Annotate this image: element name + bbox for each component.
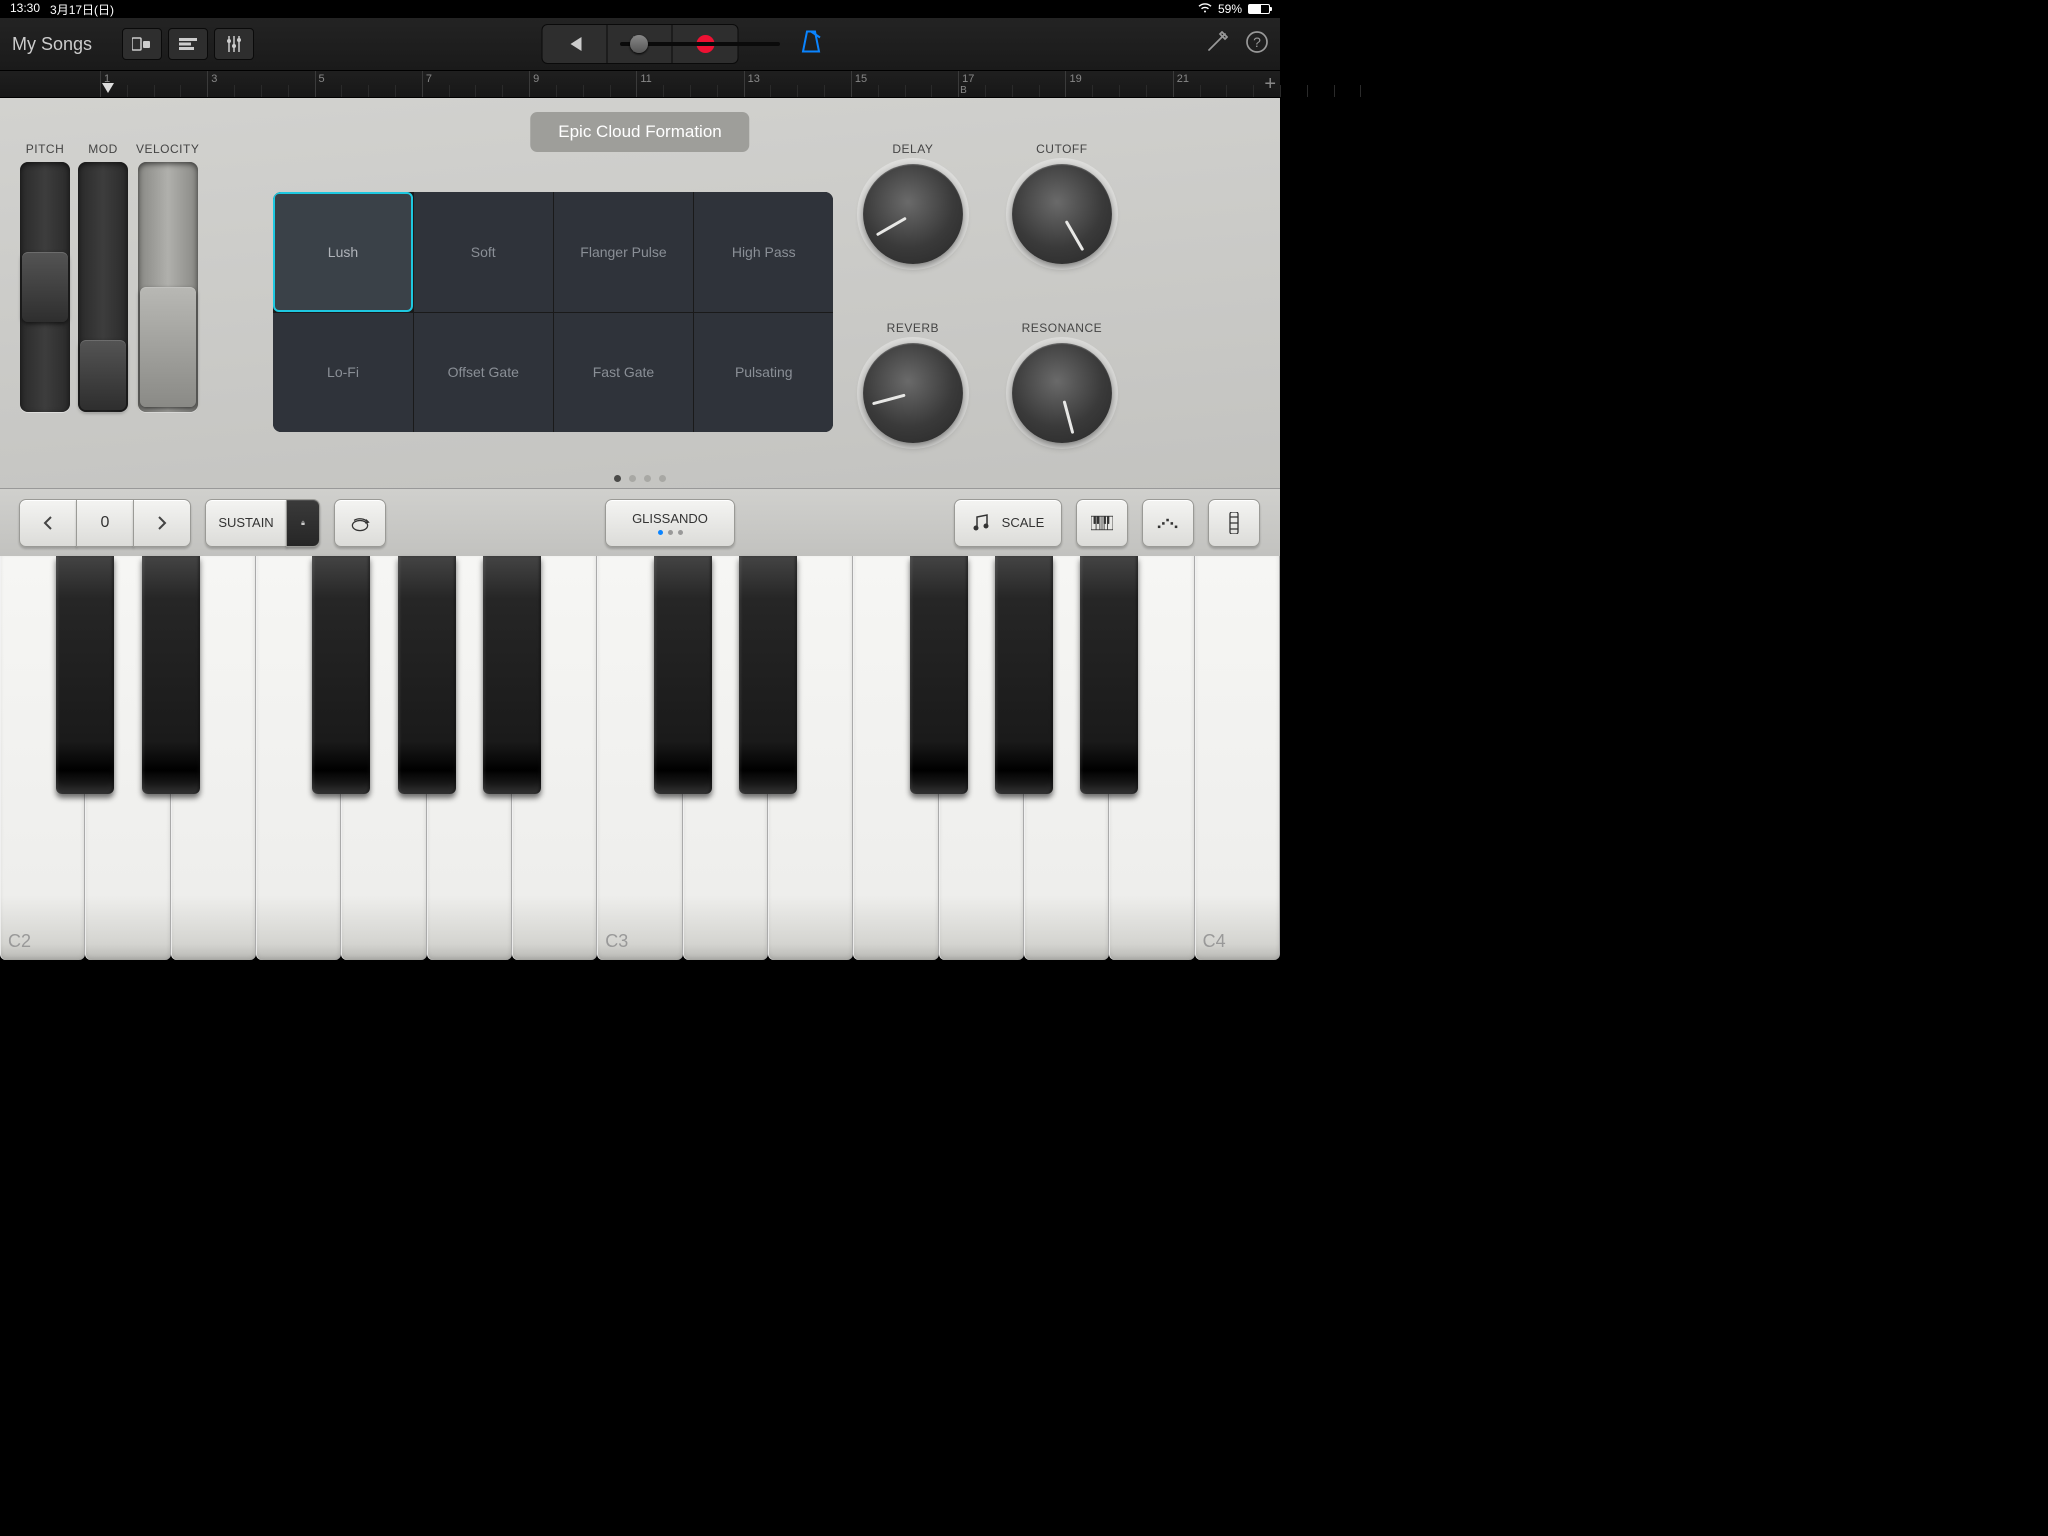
app-toolbar: My Songs ? — [0, 18, 1280, 70]
black-key[interactable] — [56, 556, 114, 794]
sound-pad[interactable]: Lo-Fi — [273, 313, 412, 433]
wifi-icon — [1198, 2, 1212, 16]
black-key[interactable] — [142, 556, 200, 794]
add-section-button[interactable]: + — [1264, 73, 1276, 96]
ruler-bar: 3 — [207, 71, 217, 97]
black-key[interactable] — [398, 556, 456, 794]
settings-button[interactable] — [1206, 31, 1228, 58]
sustain-button[interactable]: SUSTAIN — [205, 499, 287, 547]
arpeggiator-button[interactable] — [1142, 499, 1194, 547]
pitch-fader[interactable] — [20, 162, 70, 412]
octave-value: 0 — [76, 499, 134, 547]
ruler-bar: 9 — [529, 71, 539, 97]
sustain-lock-button[interactable] — [286, 499, 320, 547]
status-time: 13:30 — [10, 1, 40, 18]
black-key[interactable] — [483, 556, 541, 794]
ruler-bar: 19 — [1065, 71, 1081, 97]
glissando-label: GLISSANDO — [632, 511, 708, 526]
mixer-button[interactable] — [214, 28, 254, 60]
knob-label: RESONANCE — [1022, 321, 1103, 335]
knob-label: REVERB — [887, 321, 939, 335]
glissando-button[interactable]: GLISSANDO — [605, 499, 735, 547]
sound-pad[interactable]: Pulsating — [694, 313, 833, 433]
view-browser-button[interactable] — [122, 28, 162, 60]
delay-knob[interactable] — [863, 164, 963, 264]
octave-up-button[interactable] — [133, 499, 191, 547]
octave-down-button[interactable] — [19, 499, 77, 547]
sound-pad[interactable]: Flanger Pulse — [554, 192, 693, 312]
scale-button[interactable]: SCALE — [954, 499, 1062, 547]
knob-label: CUTOFF — [1036, 142, 1087, 156]
ruler-bar: 11 — [636, 71, 651, 97]
status-bar: 13:30 3月17日(日) 59% — [0, 0, 1280, 18]
keyboard-toolbar: 0 SUSTAIN GLISSANDO SCALE — [0, 488, 1280, 556]
ruler-bar: 13 — [744, 71, 760, 97]
knob-area: DELAY CUTOFF REVERB RESONANCE — [847, 142, 1127, 480]
velocity-fader[interactable] — [138, 162, 198, 412]
black-key[interactable] — [654, 556, 712, 794]
sound-pad[interactable]: Offset Gate — [414, 313, 553, 433]
status-date: 3月17日(日) — [50, 1, 114, 18]
mod-label: MOD — [88, 142, 118, 156]
sound-pad[interactable]: Soft — [414, 192, 553, 312]
sound-pad-grid: LushSoftFlanger PulseHigh Pass Lo-FiOffse… — [273, 192, 833, 432]
sound-pad[interactable]: Lush — [273, 192, 412, 312]
master-volume-slider[interactable] — [620, 42, 780, 46]
keyboard-rotate-button[interactable] — [334, 499, 386, 547]
scale-label: SCALE — [1002, 515, 1045, 530]
sound-pad[interactable]: Fast Gate — [554, 313, 693, 433]
black-key[interactable] — [1080, 556, 1138, 794]
preset-selector[interactable]: Epic Cloud Formation — [530, 112, 749, 152]
cutoff-knob[interactable] — [1012, 164, 1112, 264]
keyboard-layout-button[interactable] — [1076, 499, 1128, 547]
ruler-bar: 5 — [315, 71, 325, 97]
piano-keyboard[interactable]: C2C3C4 — [0, 556, 1280, 960]
mod-fader[interactable] — [78, 162, 128, 412]
white-key[interactable]: C4 — [1195, 556, 1280, 960]
fader-group: PITCH MOD VELOCITY — [20, 142, 199, 480]
metronome-button[interactable] — [800, 30, 822, 59]
black-key[interactable] — [995, 556, 1053, 794]
knob-label: DELAY — [892, 142, 933, 156]
my-songs-button[interactable]: My Songs — [12, 34, 92, 55]
tracks-view-button[interactable] — [168, 28, 208, 60]
battery-percent: 59% — [1218, 2, 1242, 16]
ruler-bar: 7 — [422, 71, 432, 97]
black-key[interactable] — [312, 556, 370, 794]
svg-text:?: ? — [1253, 34, 1261, 50]
go-to-start-button[interactable] — [543, 25, 608, 63]
instrument-panel: Epic Cloud Formation PITCH MOD VELOCITY … — [0, 98, 1280, 488]
pitch-label: PITCH — [26, 142, 65, 156]
sound-pad[interactable]: High Pass — [694, 192, 833, 312]
chord-strips-button[interactable] — [1208, 499, 1260, 547]
help-button[interactable]: ? — [1246, 31, 1268, 58]
reverb-knob[interactable] — [863, 343, 963, 443]
black-key[interactable] — [910, 556, 968, 794]
battery-icon — [1248, 4, 1270, 14]
ruler-bar: 21 — [1173, 71, 1189, 97]
ruler-bar: 15 — [851, 71, 867, 97]
black-key[interactable] — [739, 556, 797, 794]
resonance-knob[interactable] — [1012, 343, 1112, 443]
velocity-label: VELOCITY — [136, 142, 199, 156]
timeline-ruler[interactable]: + 1357911131517B1921 — [0, 70, 1280, 98]
page-indicator[interactable] — [614, 475, 666, 482]
